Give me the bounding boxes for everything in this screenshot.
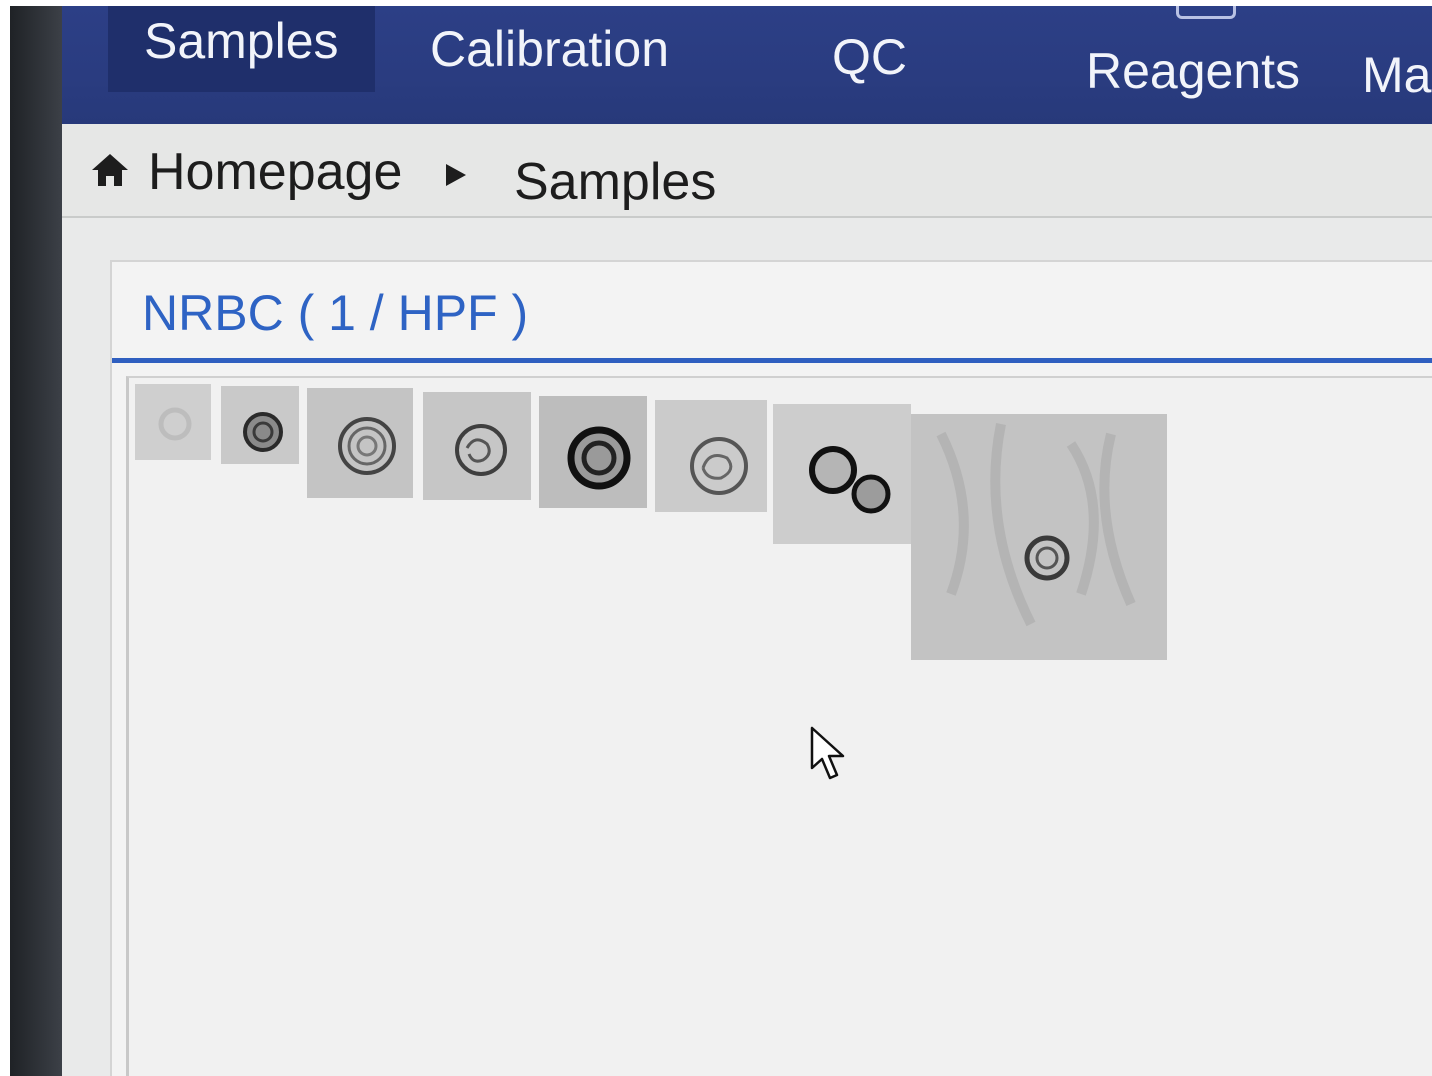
top-navigation: Samples Calibration QC Reagents Ma <box>62 6 1432 124</box>
cell-image[interactable] <box>655 400 767 512</box>
cell-image-gallery <box>126 376 1432 1076</box>
tab-reagents[interactable]: Reagents <box>1086 46 1300 96</box>
cell-image[interactable] <box>135 384 211 460</box>
breadcrumb: Homepage Samples <box>62 124 1432 218</box>
nrbc-panel: NRBC ( 1 / HPF ) <box>110 260 1432 1076</box>
triangle-right-icon <box>446 164 466 186</box>
cell-image[interactable] <box>911 414 1167 660</box>
tab-maintenance[interactable]: Ma <box>1362 50 1431 100</box>
breadcrumb-current: Samples <box>514 153 717 211</box>
reagents-icon <box>1176 6 1236 19</box>
tab-qc[interactable]: QC <box>832 32 907 82</box>
tab-calibration[interactable]: Calibration <box>430 24 669 74</box>
tab-samples[interactable]: Samples <box>108 6 375 92</box>
panel-title-underline <box>112 358 1432 363</box>
panel-title: NRBC ( 1 / HPF ) <box>142 285 529 341</box>
cell-image[interactable] <box>221 386 299 464</box>
cell-image[interactable] <box>423 392 531 500</box>
analyzer-app: Samples Calibration QC Reagents Ma Homep… <box>62 6 1432 1076</box>
monitor-screen: Samples Calibration QC Reagents Ma Homep… <box>10 6 1432 1076</box>
breadcrumb-home-link[interactable]: Homepage <box>148 146 402 198</box>
cell-image[interactable] <box>773 404 911 544</box>
cell-image[interactable] <box>539 396 647 508</box>
mouse-pointer-icon <box>810 726 845 780</box>
monitor-bezel <box>10 6 62 1076</box>
home-icon[interactable] <box>90 152 130 188</box>
cell-image[interactable] <box>307 388 413 498</box>
